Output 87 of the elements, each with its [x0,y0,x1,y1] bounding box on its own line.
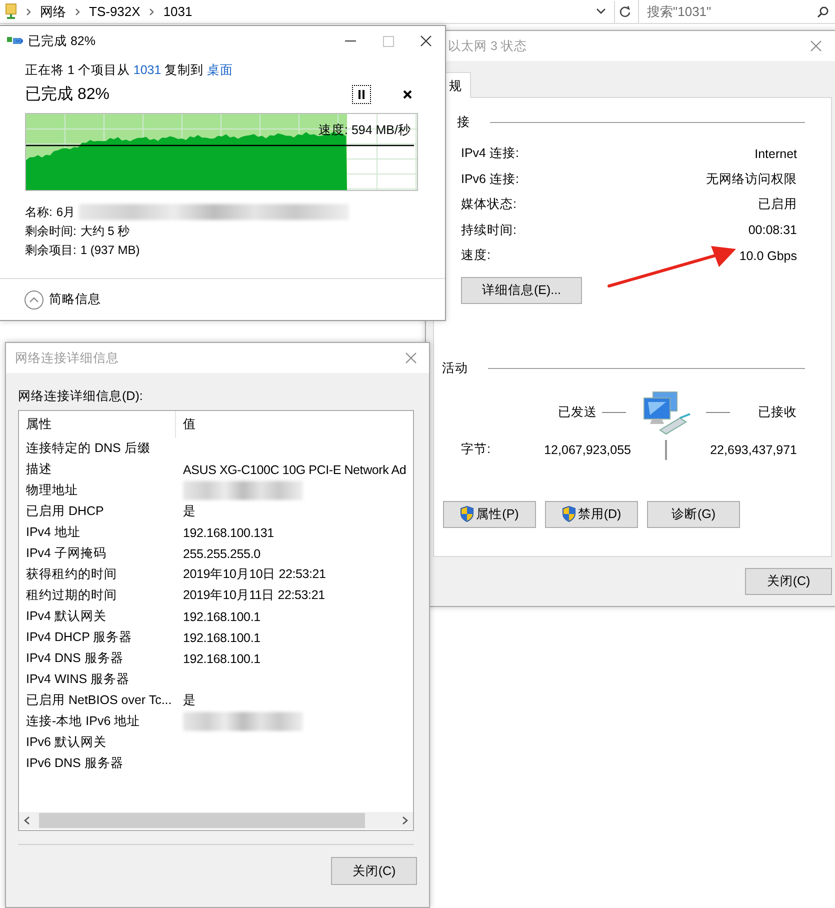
status-label: IPv4 连接: [461,145,519,162]
window-title: 已完成 82% [28,32,96,50]
detail-value: 6月 [56,204,76,220]
value-cell-text: 192.168.100.1 [182,610,260,624]
copy-message: 正在将 1 个项目从 1031 复制到 桌面 [25,62,234,79]
value-cell-text: 255.255.255.0 [182,546,260,560]
horizontal-scrollbar[interactable] [19,812,413,829]
status-label: 持续时间: [461,222,516,239]
folder-icon [5,3,17,20]
close-icon[interactable] [420,35,432,47]
sent-bytes: 12,067,923,055 [544,442,631,456]
property-cell-text: IPv4 子网掩码 [25,545,108,562]
value-cell-text: 192.168.100.131 [182,526,274,540]
close-icon[interactable] [402,90,412,98]
status-label: 速度: [461,247,490,264]
search-icon[interactable] [817,6,829,18]
detail-label: 剩余项目: [25,242,76,258]
status-value: Internet [754,146,797,161]
value-cell-text: 2019年10月11日 22:53:21 [182,587,325,604]
status-value: 无网络访问权限 [706,170,797,188]
window-title: 以太网 3 状态 [448,38,528,54]
value-cell-text: 192.168.100.1 [182,630,260,644]
shield-icon [460,506,474,522]
minimize-icon[interactable] [344,40,356,42]
sent-label: 已发送 [558,404,597,421]
details-button[interactable]: 详细信息(E)... [461,276,582,304]
value-cell-text: 192.168.100.1 [182,652,260,666]
detail-label: 剩余时间: [25,222,76,240]
property-cell-text: 物理地址 [25,482,79,499]
property-cell-text: IPv4 WINS 服务器 [25,671,131,688]
property-cell-text: 已启用 NetBIOS over Tc... [25,692,173,709]
detail-value: 1 (937 MB) [80,243,140,257]
refresh-icon[interactable] [618,6,630,18]
action-button[interactable]: 属性(P) [443,500,536,528]
breadcrumb[interactable]: 网络 [40,2,66,20]
property-cell-text: IPv6 默认网关 [25,734,108,751]
speed-label: 速度: 594 MB/秒 [318,123,411,137]
window-title: 网络连接详细信息 [15,350,120,366]
details-toggle[interactable]: 简略信息 [24,290,101,310]
property-cell-text: 描述 [25,461,53,478]
property-cell-text: IPv4 DHCP 服务器 [25,629,134,646]
pause-icon[interactable] [358,90,365,98]
detail-label: 名称: [25,204,52,220]
source-link[interactable]: 1031 [133,63,162,77]
group-heading: 接 [457,114,470,131]
action-button[interactable]: 禁用(D) [545,500,638,528]
property-cell-text: 获得租约的时间 [25,566,118,583]
received-label: 已接收 [758,404,797,421]
detail-value: 大约 5 秒 [80,222,130,240]
action-button[interactable]: 诊断(G) [647,500,740,528]
status-value: 00:08:31 [748,223,797,238]
value-cell-text: ASUS XG-C100C 10G PCI-E Network Ad [182,462,406,476]
shield-icon [562,506,576,522]
property-cell-text: IPv4 默认网关 [25,608,108,625]
breadcrumb[interactable]: 1031 [163,4,192,19]
breadcrumb[interactable]: TS-932X [89,4,140,19]
value-cell-text: 是 [182,503,196,520]
close-button[interactable]: 关闭(C) [331,857,417,885]
copy-icon [7,35,23,47]
status-value: 10.0 Gbps [739,248,797,263]
property-cell-text: 连接特定的 DNS 后缀 [25,440,152,457]
property-cell-text: IPv4 地址 [25,524,82,541]
pause-button[interactable] [352,84,371,104]
status-label: IPv6 连接: [461,170,519,188]
dropdown-icon[interactable] [596,8,606,15]
property-cell-text: 连接-本地 IPv6 地址 [25,713,142,730]
group-heading: 活动 [442,360,468,376]
chevron-up-icon[interactable] [24,290,44,310]
status-value: 已启用 [758,196,797,214]
value-cell-text: 是 [182,692,196,709]
property-cell-text: IPv6 DNS 服务器 [25,755,124,772]
property-cell-text: 租约过期的时间 [25,587,118,604]
value-cell-text: 2019年10月10日 22:53:21 [182,566,326,583]
chevron-right-icon [26,8,31,16]
progress-heading: 已完成 82% [25,84,110,104]
chevron-right-icon [75,8,80,16]
property-cell-text: 已启用 DHCP [25,503,105,520]
list-label: 网络连接详细信息(D): [18,388,144,405]
status-label: 媒体状态: [461,196,516,214]
received-bytes: 22,693,437,971 [710,442,797,456]
property-cell-text: IPv4 DNS 服务器 [25,650,124,667]
scrollbar-thumb[interactable] [39,813,365,828]
chevron-right-icon [149,8,154,16]
bytes-label: 字节: [461,441,490,458]
tab[interactable]: 规 [445,72,471,98]
destination-link[interactable]: 桌面 [207,63,234,77]
close-button[interactable]: 关闭(C) [745,568,832,595]
